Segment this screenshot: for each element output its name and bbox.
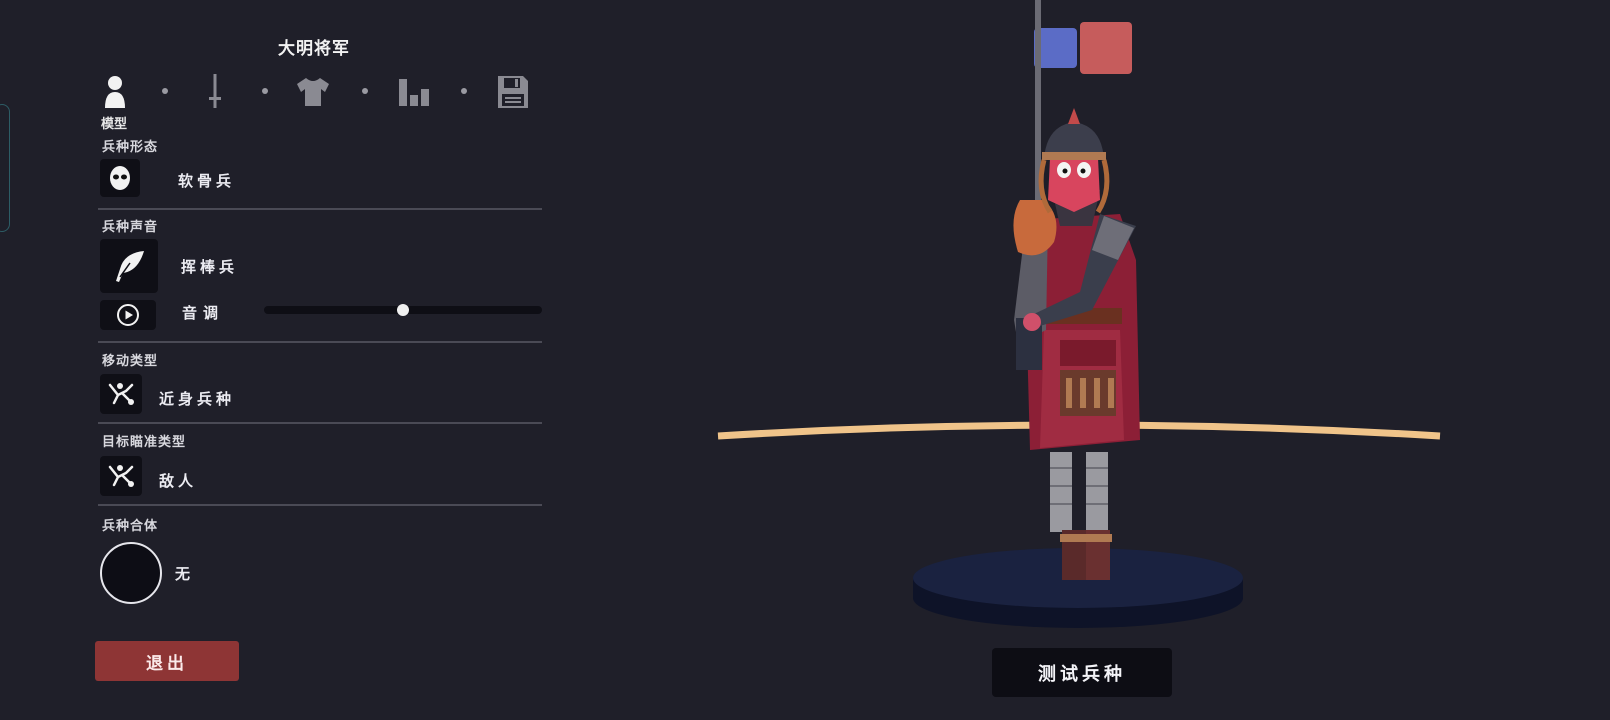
tab-separator-dot (362, 88, 368, 94)
sword-icon (209, 74, 221, 108)
tab-model[interactable] (97, 72, 133, 112)
floppy-disk-icon (498, 76, 528, 108)
unit-model (1013, 0, 1140, 580)
tab-separator-dot (262, 88, 268, 94)
movement-value: 近身兵种 (159, 390, 236, 408)
unit-editor-screen: 大明将军 模型 兵种形态 软骨兵 兵种声音 挥棒兵 音调 移动类型 近身兵种 目… (0, 0, 1610, 720)
unit-name-title: 大明将军 (278, 39, 350, 59)
play-icon (117, 304, 139, 326)
section-title-target: 目标瞄准类型 (102, 435, 187, 450)
pitch-label: 音调 (182, 304, 225, 322)
section-title-form: 兵种形态 (102, 140, 159, 155)
voice-select-button[interactable] (100, 239, 158, 293)
tab-save[interactable] (495, 72, 531, 112)
red-team-color[interactable] (1080, 22, 1132, 74)
side-drawer-handle[interactable] (0, 104, 10, 232)
form-value: 软骨兵 (178, 172, 236, 190)
target-value: 敌人 (159, 472, 198, 490)
tab-stats[interactable] (396, 72, 432, 112)
mask-face-icon (110, 166, 130, 190)
movement-select-button[interactable] (100, 374, 142, 414)
combine-value: 无 (175, 565, 195, 583)
active-tab-label: 模型 (101, 117, 128, 132)
tab-separator-dot (162, 88, 168, 94)
pitch-slider[interactable] (264, 304, 542, 316)
target-unit-icon (108, 465, 134, 487)
section-title-movement: 移动类型 (102, 354, 159, 369)
test-unit-button[interactable]: 测试兵种 (992, 648, 1172, 697)
form-select-button[interactable] (100, 159, 140, 197)
tab-weapon[interactable] (197, 72, 233, 112)
unit-preview-scene[interactable] (560, 0, 1610, 720)
combine-unit-slot[interactable] (100, 542, 162, 604)
tab-clothing[interactable] (295, 72, 331, 112)
section-title-combine: 兵种合体 (102, 519, 159, 534)
section-divider (98, 341, 542, 343)
section-divider (98, 422, 542, 424)
section-divider (98, 504, 542, 506)
bar-chart-icon (399, 79, 429, 106)
feather-icon (116, 251, 144, 282)
target-select-button[interactable] (100, 456, 142, 496)
section-divider (98, 208, 542, 210)
play-voice-button[interactable] (100, 300, 156, 330)
section-title-voice: 兵种声音 (102, 220, 159, 235)
melee-unit-icon (108, 383, 134, 405)
voice-value: 挥棒兵 (181, 258, 239, 276)
shirt-icon (297, 78, 329, 106)
pitch-slider-thumb[interactable] (397, 304, 409, 316)
tab-separator-dot (461, 88, 467, 94)
person-icon (105, 76, 125, 108)
exit-button[interactable]: 退出 (95, 641, 239, 681)
